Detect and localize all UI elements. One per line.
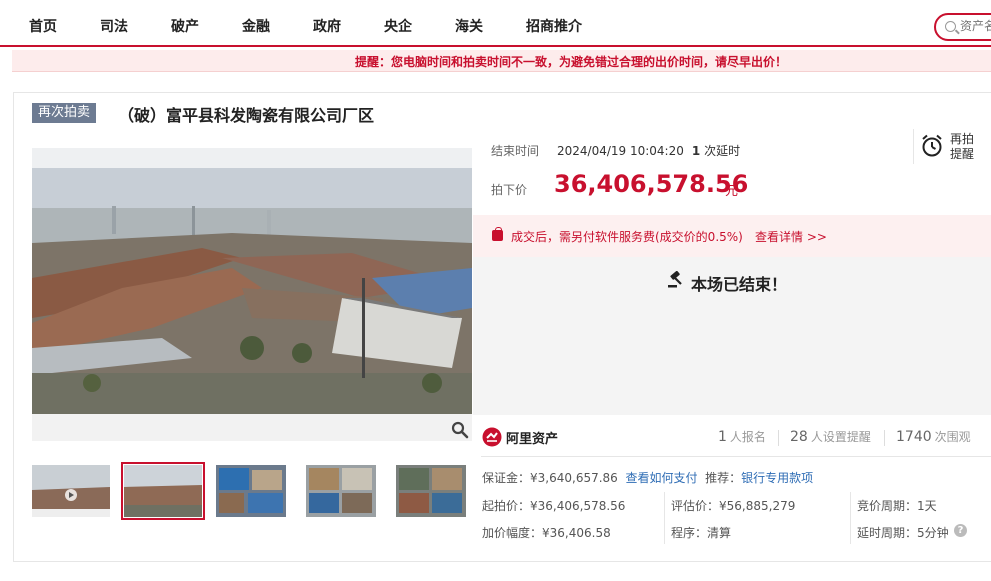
nav-item-home[interactable]: 首页 [29,16,57,36]
how-to-pay-link[interactable]: 查看如何支付 [625,471,697,485]
reauction-badge: 再次拍卖 [32,103,97,123]
bid-increment: 加价幅度：¥36,406.58 [482,526,611,540]
re-auction-reminder-button[interactable]: 再拍提醒 [913,129,991,164]
end-time: 2024/04/19 10:04:20 [557,144,684,158]
final-price-label: 拍下价 [491,183,528,197]
nav-item-government[interactable]: 政府 [313,16,341,36]
search-icon [945,21,956,32]
zoom-icon[interactable] [451,421,469,439]
nav-item-soe[interactable]: 央企 [384,16,412,36]
watcher-count: 1740 [896,429,932,445]
thumbnail-5[interactable] [396,465,474,517]
bag-icon [492,227,503,241]
thumbnail-selected[interactable] [121,462,205,520]
search-box[interactable] [934,13,991,41]
alarm-clock-icon [922,134,942,157]
reminder-stat-label: 人设置提醒 [810,430,871,444]
main-photo[interactable] [32,148,472,441]
delay-period: 延时周期：5分钟 [857,526,949,540]
final-price: 36,406,578.56 [554,170,749,198]
service-fee-notice: 成交后，需另付软件服务费(成交价的0.5%) 查看详情 >> [473,215,991,257]
delay-text: 次延时 [704,144,741,158]
auction-title: （破）富平县科发陶瓷有限公司厂区 [118,106,375,125]
appraisal-price: 评估价：¥56,885,279 [671,499,796,513]
nav-item-bankruptcy[interactable]: 破产 [171,16,199,36]
help-icon[interactable]: ? [954,524,967,537]
signup-stat: 1 人报名 [718,428,766,445]
auction-ended-text: 本场已结束！ [691,275,788,294]
factory-aerial-photo [32,148,472,441]
deposit-value: ¥3,640,657.86 [530,471,618,485]
thumbnail-video[interactable] [32,465,110,517]
divider [481,456,991,457]
thumbnail-3[interactable] [216,465,294,517]
end-time-value: 2024/04/19 10:04:20 1 次延时 [557,142,740,159]
fee-details-link[interactable]: 查看详情 >> [755,228,827,245]
deposit-label: 保证金： [482,471,531,485]
bank-payment-link[interactable]: 银行专用款项 [741,471,813,485]
procedure: 程序：清算 [671,526,732,540]
gavel-icon [668,271,682,288]
watcher-stat: 1740 次围观 [896,428,971,445]
deposit-row: 保证金：¥3,640,657.86 查看如何支付 推荐：银行专用款项 [482,469,813,486]
nav-item-finance[interactable]: 金融 [242,16,270,36]
platform-name: 阿里资产 [506,432,559,447]
column-divider [850,492,851,544]
reminder-stat: 28 人设置提醒 [790,428,871,445]
watcher-label: 次围观 [934,430,971,444]
nav-item-judicial[interactable]: 司法 [100,16,128,36]
top-navigation: 首页 司法 破产 金融 政府 央企 海关 招商推介 [0,0,991,47]
thumbnail-4[interactable] [306,465,384,517]
column-divider [664,492,665,544]
stat-divider [778,430,779,446]
reminder-count: 28 [790,429,808,445]
auction-status-area: 本场已结束！ [473,257,991,415]
delay-count: 1 [691,144,701,158]
time-warning-text: 提醒：您电脑时间和拍卖时间不一致，为避免错过合理的出价时间，请尽早出价！ [355,55,788,69]
search-input[interactable] [960,19,991,33]
start-price: 起拍价：¥36,406,578.56 [482,499,626,513]
stat-divider [884,430,885,446]
nav-item-customs[interactable]: 海关 [455,16,483,36]
service-fee-text: 成交后，需另付软件服务费(成交价的0.5%) [511,230,743,244]
end-time-label: 结束时间 [491,144,540,158]
reminder-label: 再拍提醒 [950,132,975,161]
recommend-label: 推荐： [705,471,742,485]
ali-assets-logo [482,427,502,447]
signup-count: 1 [718,429,727,445]
price-unit: 元 [725,184,739,199]
bid-period: 竞价周期：1天 [857,499,937,513]
signup-label: 人报名 [729,430,766,444]
time-warning-bar: 提醒：您电脑时间和拍卖时间不一致，为避免错过合理的出价时间，请尽早出价！ [12,50,991,72]
nav-item-investment[interactable]: 招商推介 [526,16,582,36]
